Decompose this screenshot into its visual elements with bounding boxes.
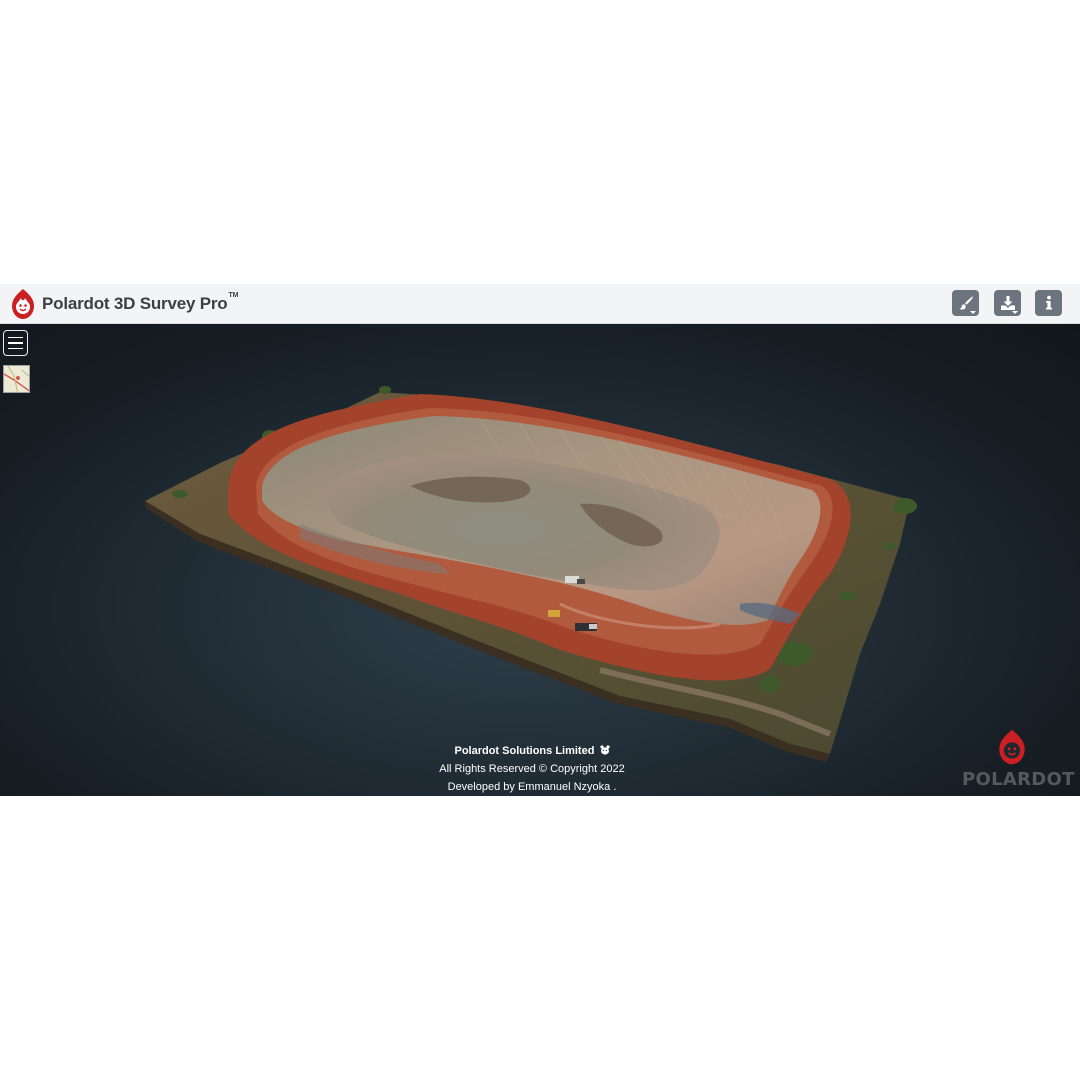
polardot-logo-icon	[12, 289, 34, 319]
polardot-watermark: POLARDOT	[962, 726, 1075, 790]
company-line: Polardot Solutions Limited	[340, 742, 724, 760]
polardot-logo-icon	[999, 729, 1025, 765]
top-navbar: Polardot 3D Survey ProTM	[0, 284, 1080, 324]
company-name: Polardot Solutions Limited	[454, 745, 595, 757]
3d-viewer[interactable]: Polardot Solutions Limited All Rights Re…	[0, 324, 1080, 796]
chevron-down-icon	[1012, 311, 1018, 314]
map-thumbnail-button[interactable]	[3, 365, 30, 393]
chevron-down-icon	[970, 311, 976, 314]
info-button[interactable]	[1035, 290, 1062, 316]
quarry-point-cloud[interactable]	[0, 324, 1080, 796]
appearance-dropdown-button[interactable]	[952, 290, 979, 316]
polardot-bear-icon	[599, 745, 610, 755]
download-icon	[1000, 296, 1015, 310]
download-dropdown-button[interactable]	[994, 290, 1021, 316]
copyright-text: All Rights Reserved © Copyright 2022	[439, 763, 625, 775]
sidebar-menu-button[interactable]	[3, 330, 28, 356]
survey-app: Polardot 3D Survey ProTM Polardot Soluti…	[0, 284, 1080, 796]
watermark-text: POLARDOT	[962, 769, 1075, 790]
footer-credits: Polardot Solutions Limited All Rights Re…	[340, 742, 724, 796]
brand[interactable]: Polardot 3D Survey ProTM	[10, 287, 238, 321]
paint-brush-icon	[959, 296, 973, 310]
app-title: Polardot 3D Survey ProTM	[42, 292, 239, 313]
trademark: TM	[228, 292, 239, 299]
info-icon	[1045, 295, 1052, 310]
map-thumbnail-icon	[4, 366, 29, 392]
hamburger-menu-icon	[8, 336, 23, 339]
developer-credit: Developed by Emmanuel Nzyoka .	[447, 781, 617, 793]
